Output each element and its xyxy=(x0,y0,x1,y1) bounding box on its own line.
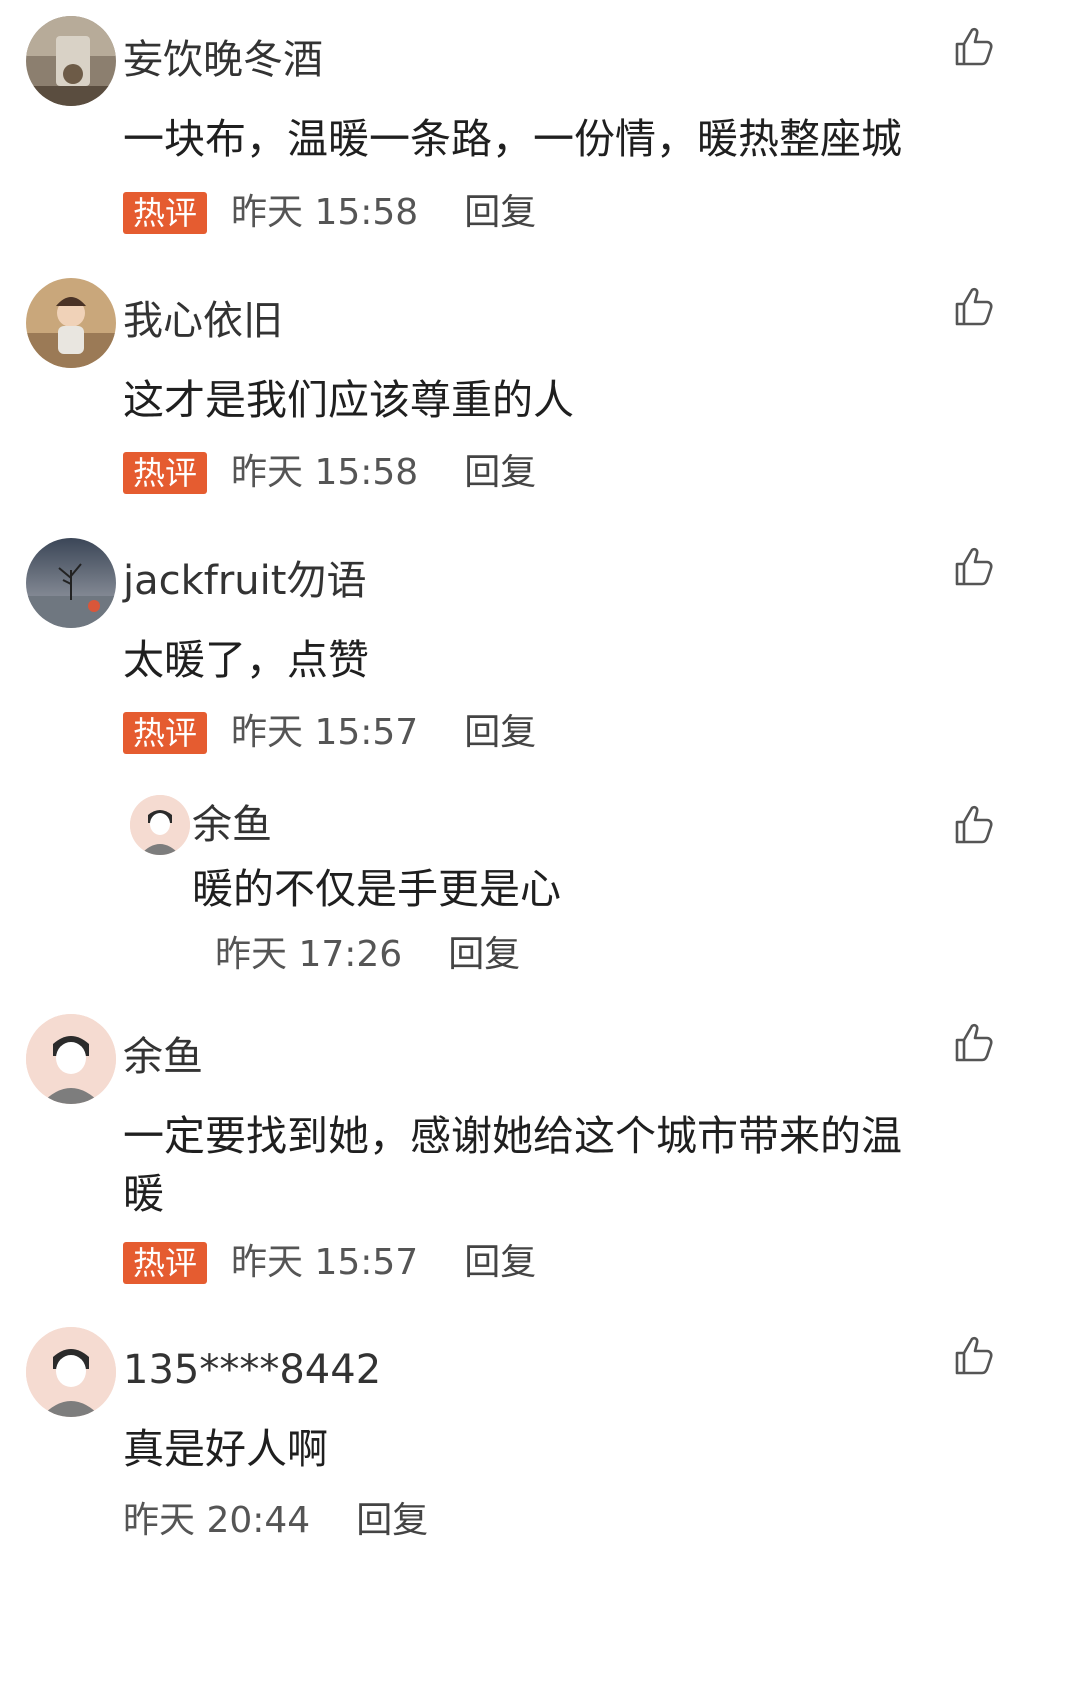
hot-badge: 热评 xyxy=(123,712,208,754)
thumbs-up-icon[interactable] xyxy=(951,802,997,848)
reply-button[interactable]: 回复 xyxy=(356,1503,428,1539)
reply-button[interactable]: 回复 xyxy=(464,195,536,231)
reply-button[interactable]: 回复 xyxy=(464,715,536,751)
comment-meta: 热评 昨天 15:58 回复 xyxy=(123,452,536,494)
comment-meta: 昨天 17:26 回复 xyxy=(215,937,520,973)
timestamp: 昨天 15:58 xyxy=(231,452,419,493)
username[interactable]: 余鱼 xyxy=(192,805,272,845)
timestamp: 昨天 20:44 xyxy=(123,1500,311,1541)
avatar[interactable] xyxy=(26,538,116,628)
comment-text: 一块布，温暖一条路，一份情，暖热整座城 xyxy=(123,115,902,163)
thumbs-up-icon[interactable] xyxy=(951,284,997,330)
comment-meta: 热评 昨天 15:57 回复 xyxy=(123,1242,536,1284)
avatar[interactable] xyxy=(26,16,116,106)
thumbs-up-icon[interactable] xyxy=(951,544,997,590)
default-avatar-icon[interactable] xyxy=(130,795,190,855)
timestamp: 昨天 15:57 xyxy=(231,712,419,753)
username[interactable]: 余鱼 xyxy=(123,1037,203,1077)
comment-text: 暖的不仅是手更是心 xyxy=(192,865,561,913)
default-avatar-icon[interactable] xyxy=(26,1014,116,1104)
reply-button[interactable]: 回复 xyxy=(464,455,536,491)
comment-text: 太暖了，点赞 xyxy=(123,636,369,684)
comment-meta: 昨天 20:44 回复 xyxy=(123,1503,428,1539)
hot-badge: 热评 xyxy=(123,452,208,494)
username[interactable]: 妄饮晚冬酒 xyxy=(123,40,323,80)
avatar[interactable] xyxy=(26,278,116,368)
reply-button[interactable]: 回复 xyxy=(448,937,520,973)
default-avatar-icon[interactable] xyxy=(26,1327,116,1417)
username[interactable]: 我心依旧 xyxy=(123,301,283,341)
hot-badge: 热评 xyxy=(123,192,208,234)
comment-text: 这才是我们应该尊重的人 xyxy=(123,376,574,424)
timestamp: 昨天 15:58 xyxy=(231,192,419,233)
comment-text: 一定要找到她，感谢她给这个城市带来的温暖 xyxy=(123,1112,902,1218)
thumbs-up-icon[interactable] xyxy=(951,1333,997,1379)
comment-text: 真是好人啊 xyxy=(123,1425,328,1473)
thumbs-up-icon[interactable] xyxy=(951,1020,997,1066)
username[interactable]: jackfruit勿语 xyxy=(123,561,366,601)
username[interactable]: 135****8442 xyxy=(123,1350,381,1390)
reply-button[interactable]: 回复 xyxy=(464,1245,536,1281)
timestamp: 昨天 15:57 xyxy=(231,1242,419,1283)
thumbs-up-icon[interactable] xyxy=(951,24,997,70)
hot-badge: 热评 xyxy=(123,1242,208,1284)
comment-meta: 热评 昨天 15:58 回复 xyxy=(123,192,536,234)
timestamp: 昨天 17:26 xyxy=(215,934,403,975)
comment-meta: 热评 昨天 15:57 回复 xyxy=(123,712,536,754)
